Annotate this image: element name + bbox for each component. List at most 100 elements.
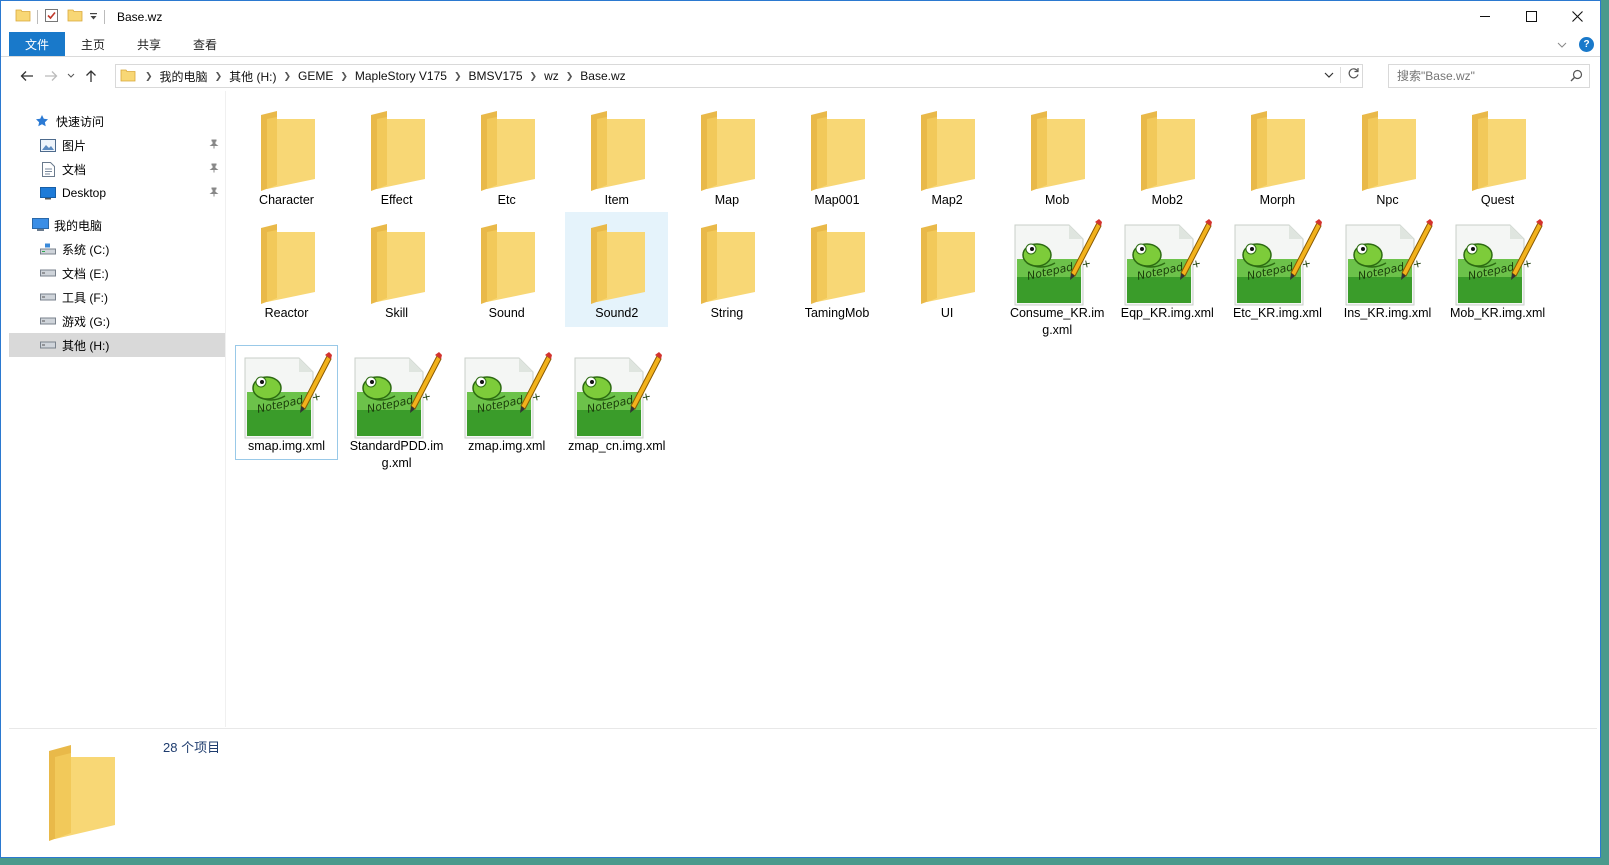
expand-ribbon-icon[interactable] — [1557, 38, 1567, 52]
folder-icon — [786, 213, 889, 315]
breadcrumb-wz[interactable]: wz — [540, 69, 563, 83]
sidebar-item-drive-e[interactable]: 文档 (E:) — [9, 261, 225, 285]
file-item-eqp-kr-img-xml[interactable]: Notepad++ Eqp_KR.img.xml — [1116, 212, 1219, 327]
search-input[interactable] — [1397, 69, 1567, 83]
maximize-button[interactable] — [1508, 1, 1554, 32]
sidebar-item-drive-c[interactable]: 系统 (C:) — [9, 237, 225, 261]
sidebar-item-label: 游戏 (G:) — [62, 314, 110, 329]
folder-item-skill[interactable]: Skill — [345, 212, 448, 327]
folder-item-sound2[interactable]: Sound2 — [565, 212, 669, 327]
pin-icon[interactable] — [209, 162, 219, 176]
breadcrumb-separator-icon[interactable]: ❯ — [280, 71, 294, 82]
folder-item-string[interactable]: String — [675, 212, 778, 327]
tab-view[interactable]: 查看 — [177, 32, 233, 56]
sidebar-item-drive-g[interactable]: 游戏 (G:) — [9, 309, 225, 333]
up-arrow-icon — [86, 70, 96, 82]
folder-item-mob2[interactable]: Mob2 — [1116, 99, 1219, 214]
help-icon[interactable]: ? — [1579, 37, 1594, 52]
folder-item-reactor[interactable]: Reactor — [235, 212, 338, 327]
notepad-plus-plus-file-icon: Notepad++ — [565, 346, 668, 448]
folder-item-effect[interactable]: Effect — [345, 99, 448, 214]
forward-button[interactable] — [39, 64, 63, 88]
tab-share[interactable]: 共享 — [121, 32, 177, 56]
back-button[interactable] — [15, 64, 39, 88]
sidebar-item-documents[interactable]: 文档 — [9, 157, 225, 181]
tab-file[interactable]: 文件 — [9, 32, 65, 56]
item-label: Quest — [1480, 193, 1515, 207]
folder-item-item[interactable]: Item — [565, 99, 668, 214]
sidebar-item-desktop[interactable]: Desktop — [9, 181, 225, 205]
item-label: Ins_KR.img.xml — [1343, 306, 1432, 320]
folder-item-npc[interactable]: Npc — [1336, 99, 1439, 214]
properties-icon[interactable] — [44, 8, 59, 26]
file-grid: Character Effect Etc Item Map Map001 Map… — [227, 99, 1597, 727]
breadcrumb-this-pc[interactable]: 我的电脑 — [156, 68, 212, 85]
folder-item-map001[interactable]: Map001 — [786, 99, 889, 214]
breadcrumb-maplestory[interactable]: MapleStory V175 — [351, 69, 451, 83]
sidebar-item-label: 工具 (F:) — [62, 290, 108, 305]
folder-item-tamingmob[interactable]: TamingMob — [786, 212, 889, 327]
folder-item-quest[interactable]: Quest — [1446, 99, 1549, 214]
back-arrow-icon — [20, 71, 33, 81]
folder-item-map[interactable]: Map — [675, 99, 778, 214]
search-box[interactable] — [1388, 64, 1590, 88]
folder-item-etc[interactable]: Etc — [455, 99, 558, 214]
file-item-mob-kr-img-xml[interactable]: Notepad++ Mob_KR.img.xml — [1446, 212, 1549, 327]
breadcrumb-geme[interactable]: GEME — [294, 69, 337, 83]
close-button[interactable] — [1554, 1, 1600, 32]
breadcrumb-drive-h[interactable]: 其他 (H:) — [225, 68, 280, 85]
file-item-zmap-cn-img-xml[interactable]: Notepad++ zmap_cn.img.xml — [565, 345, 668, 460]
item-label: Map001 — [814, 193, 860, 207]
item-label: Morph — [1259, 193, 1296, 207]
folder-icon — [235, 100, 338, 202]
search-icon[interactable] — [1570, 69, 1583, 85]
address-bar[interactable]: ❯ 我的电脑 ❯ 其他 (H:) ❯ GEME ❯ MapleStory V17… — [115, 64, 1363, 88]
breadcrumb-separator-icon[interactable]: ❯ — [563, 71, 577, 82]
folder-item-character[interactable]: Character — [235, 99, 338, 214]
item-label: Mob2 — [1151, 193, 1183, 207]
folder-icon — [1116, 100, 1219, 202]
file-item-etc-kr-img-xml[interactable]: Notepad++ Etc_KR.img.xml — [1226, 212, 1329, 327]
breadcrumb-separator-icon[interactable]: ❯ — [337, 71, 351, 82]
folder-icon — [675, 213, 778, 315]
folder-item-sound[interactable]: Sound — [455, 212, 558, 327]
sidebar-item-this-pc[interactable]: 我的电脑 — [9, 213, 225, 237]
file-item-standardpdd-img-xml[interactable]: Notepad++ StandardPDD.img.xml — [345, 345, 448, 477]
new-folder-icon[interactable] — [67, 8, 83, 25]
folder-icon — [455, 100, 558, 202]
breadcrumb-base-wz[interactable]: Base.wz — [576, 69, 629, 83]
refresh-icon[interactable] — [1347, 67, 1360, 83]
tab-home[interactable]: 主页 — [65, 32, 121, 56]
sidebar-item-drive-h[interactable]: 其他 (H:) — [9, 333, 225, 357]
notepad-plus-plus-file-icon: Notepad++ — [1226, 213, 1329, 315]
file-item-consume-kr-img-xml[interactable]: Notepad++ Consume_KR.img.xml — [1006, 212, 1109, 344]
breadcrumb-separator-icon[interactable]: ❯ — [451, 71, 465, 82]
breadcrumb-bmsv175[interactable]: BMSV175 — [464, 69, 526, 83]
customize-dropdown-icon[interactable] — [89, 10, 98, 24]
minimize-button[interactable] — [1462, 1, 1508, 32]
file-item-smap-img-xml[interactable]: Notepad++ smap.img.xml — [235, 345, 338, 460]
folder-item-morph[interactable]: Morph — [1226, 99, 1329, 214]
item-label: Sound2 — [595, 306, 639, 320]
recent-locations-button[interactable] — [63, 64, 79, 88]
pin-icon[interactable] — [209, 186, 219, 200]
folder-item-map2[interactable]: Map2 — [896, 99, 999, 214]
sidebar-item-pictures[interactable]: 图片 — [9, 133, 225, 157]
breadcrumb-separator-icon[interactable]: ❯ — [212, 71, 226, 82]
file-item-zmap-img-xml[interactable]: Notepad++ zmap.img.xml — [455, 345, 558, 460]
up-button[interactable] — [79, 64, 103, 88]
breadcrumb-separator-icon[interactable]: ❯ — [527, 71, 541, 82]
address-history-dropdown-icon[interactable] — [1324, 68, 1334, 82]
breadcrumb-separator-icon[interactable]: ❯ — [142, 71, 156, 82]
notepad-plus-plus-file-icon: Notepad++ — [1116, 213, 1219, 315]
sidebar-item-quick-access[interactable]: 快速访问 — [9, 109, 225, 133]
file-item-ins-kr-img-xml[interactable]: Notepad++ Ins_KR.img.xml — [1336, 212, 1439, 327]
folder-item-mob[interactable]: Mob — [1006, 99, 1109, 214]
folder-item-ui[interactable]: UI — [896, 212, 999, 327]
item-label: zmap_cn.img.xml — [568, 439, 666, 453]
item-label: Map — [714, 193, 740, 207]
pin-icon[interactable] — [209, 138, 219, 152]
folder-icon — [345, 213, 448, 315]
sidebar-item-drive-f[interactable]: 工具 (F:) — [9, 285, 225, 309]
item-label: Mob_KR.img.xml — [1450, 306, 1546, 320]
